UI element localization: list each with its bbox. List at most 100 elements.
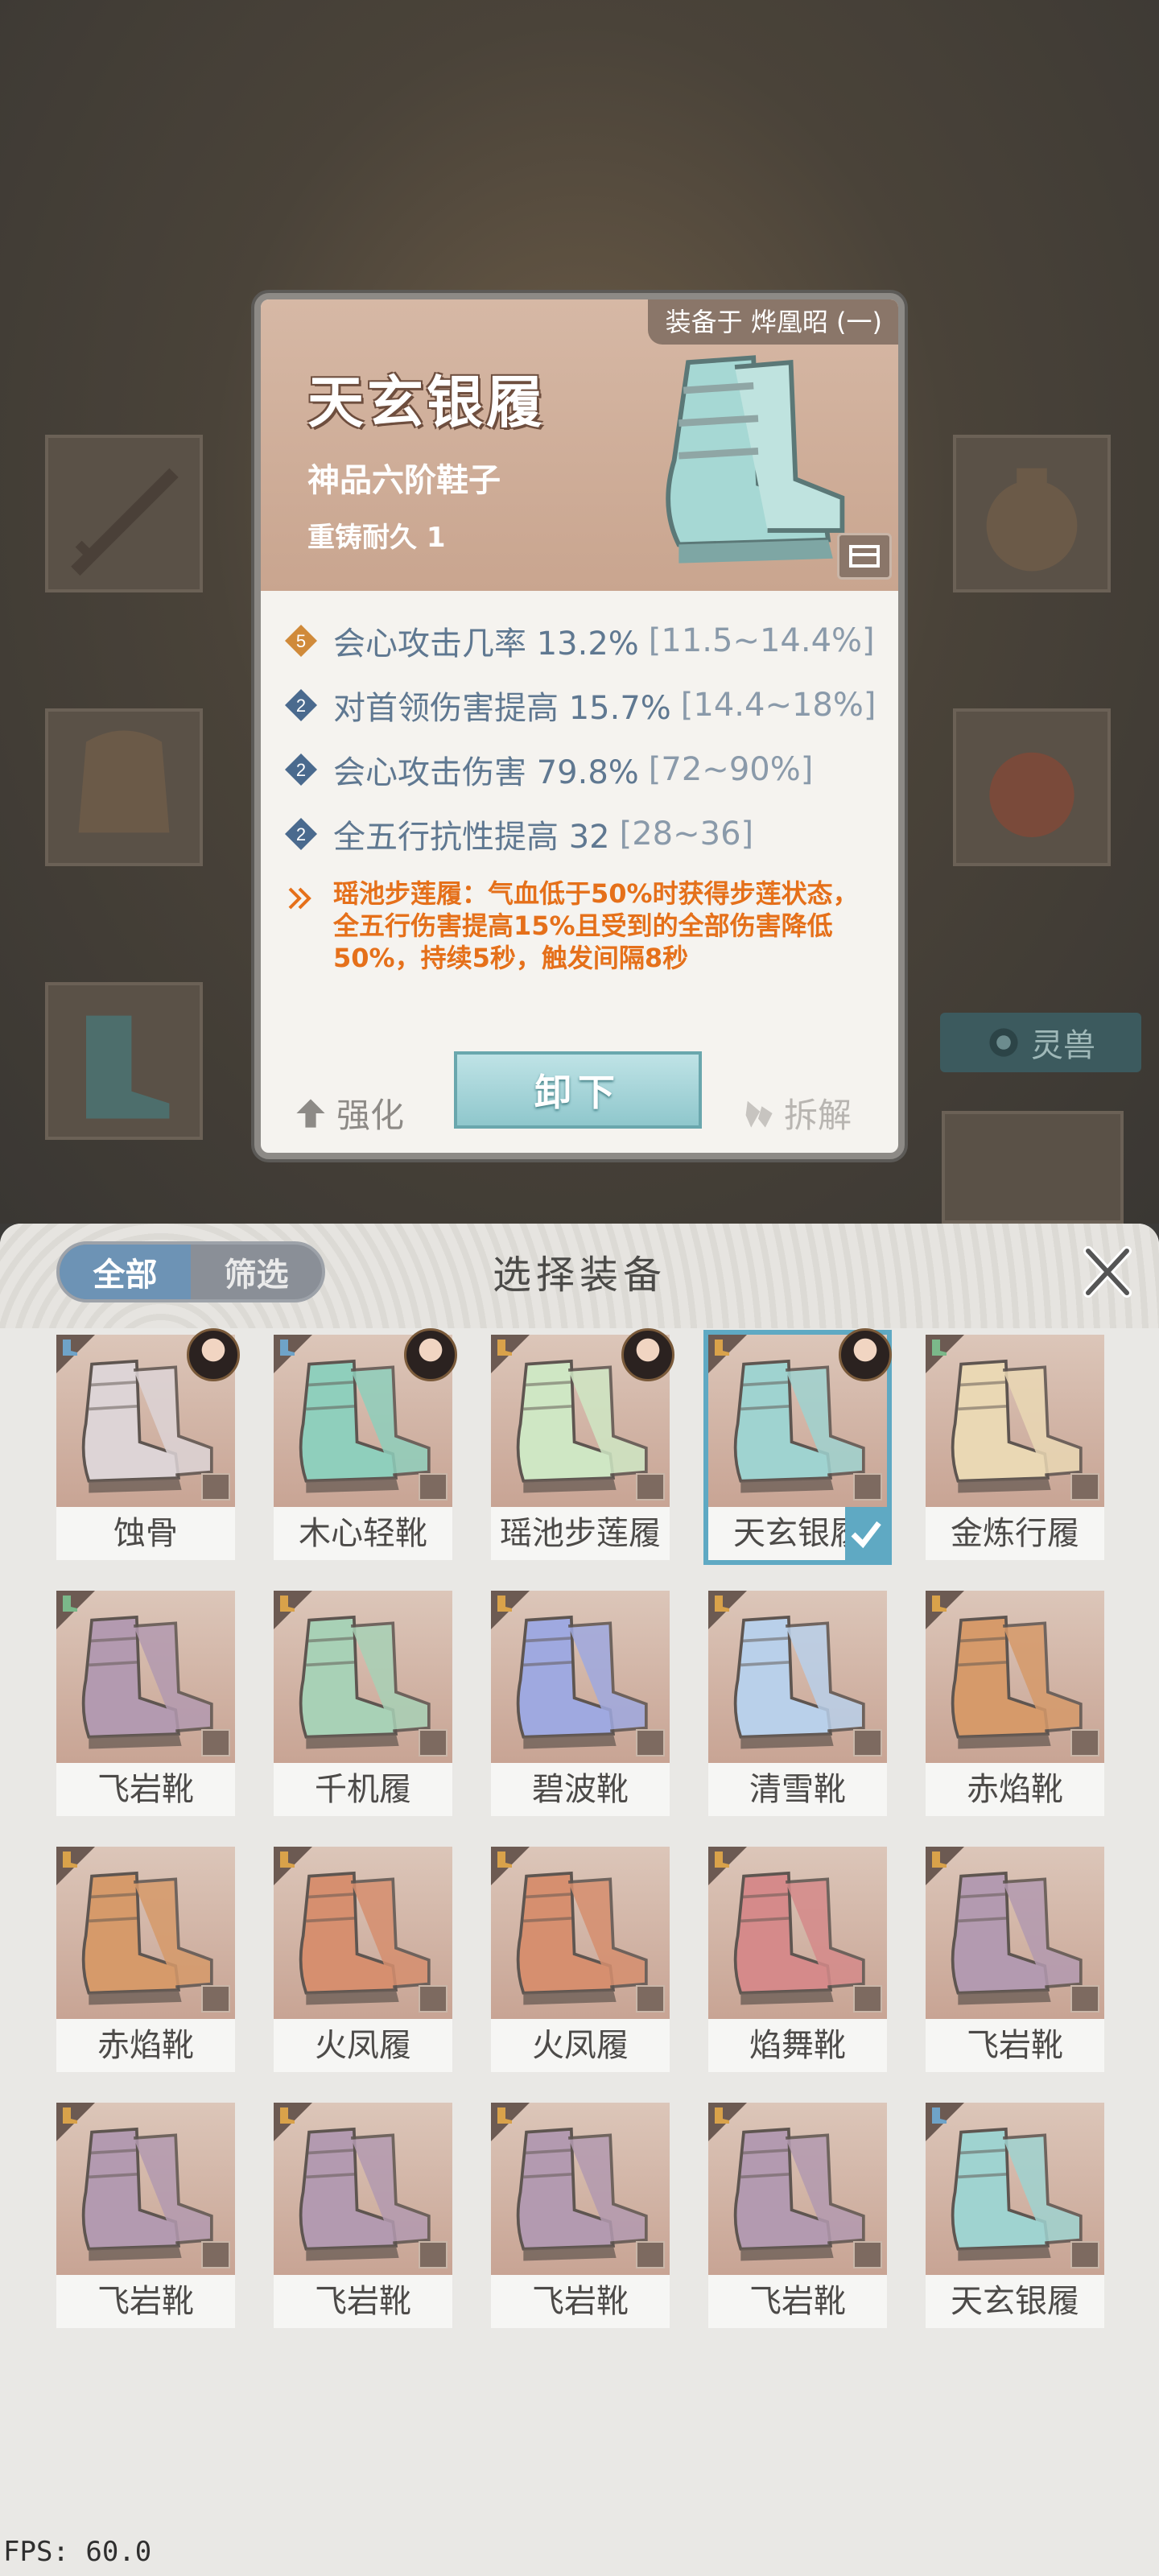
boot-type-icon [274, 2103, 312, 2141]
lock-button[interactable] [837, 533, 892, 580]
boot-type-icon [56, 2103, 95, 2141]
equipment-item[interactable]: 火凤履 [491, 1847, 670, 2072]
equipment-item[interactable]: 飞岩靴 [708, 2103, 887, 2328]
boot-type-icon [491, 1335, 530, 1373]
chest-icon [636, 1473, 665, 1501]
item-label: 蚀骨 [56, 1507, 235, 1560]
equipment-item[interactable]: 天玄银履 [703, 1328, 892, 1565]
svg-text:2: 2 [296, 760, 306, 780]
item-label: 金炼行履 [926, 1507, 1104, 1560]
item-label: 瑶池步莲履 [491, 1507, 670, 1560]
equipment-item[interactable]: 天玄银履 [926, 2103, 1104, 2328]
boot-type-icon [491, 1847, 530, 1885]
item-label: 飞岩靴 [926, 2019, 1104, 2072]
chest-icon [419, 1729, 448, 1757]
boot-type-icon [926, 2103, 964, 2141]
spirit-beast-icon [989, 1028, 1018, 1057]
boots-slot[interactable] [45, 982, 203, 1140]
dismantle-label: 拆解 [784, 1096, 852, 1135]
svg-text:2: 2 [296, 824, 306, 844]
item-label: 清雪靴 [708, 1763, 887, 1816]
chest-icon [853, 2241, 882, 2268]
boot-type-icon [491, 1591, 530, 1629]
equipment-item[interactable]: 清雪靴 [708, 1591, 887, 1816]
item-label: 飞岩靴 [56, 2275, 235, 2328]
enhance-button[interactable]: 强化 [293, 1088, 404, 1137]
unequip-button[interactable]: 卸下 [454, 1051, 702, 1129]
spirit-beast-label: 灵兽 [1031, 1027, 1095, 1064]
equipped-hero-avatar [187, 1328, 240, 1381]
accessory-slot[interactable] [953, 435, 1111, 592]
boot-type-icon [491, 2103, 530, 2141]
chest-icon [636, 2241, 665, 2268]
chest-icon [419, 2241, 448, 2268]
stat-range: [28~36] [619, 815, 754, 852]
equipment-item[interactable]: 火凤履 [274, 1847, 452, 2072]
equipment-item[interactable]: 瑶池步莲履 [491, 1328, 674, 1560]
equipment-item[interactable]: 赤焰靴 [926, 1591, 1104, 1816]
equipment-item[interactable]: 飞岩靴 [56, 1591, 235, 1816]
armor-slot[interactable] [45, 708, 203, 866]
boot-type-icon [926, 1591, 964, 1629]
boot-type-icon [56, 1335, 95, 1373]
checkmark-icon [845, 1507, 887, 1560]
item-label: 赤焰靴 [56, 2019, 235, 2072]
pet-slot[interactable] [942, 1111, 1124, 1224]
item-label: 赤焰靴 [926, 1763, 1104, 1816]
chest-icon [853, 1473, 882, 1501]
stat-row: 2 对首领伤害提高 15.7% [14.4~18%] [283, 681, 876, 729]
equipment-item[interactable]: 蚀骨 [56, 1328, 240, 1560]
spirit-beast-tab[interactable]: 灵兽 [940, 1013, 1141, 1072]
item-label: 焰舞靴 [708, 2019, 887, 2072]
stat-tier-icon: 2 [285, 689, 317, 721]
boot-type-icon [926, 1335, 964, 1373]
stat-row: 2 会心攻击伤害 79.8% [72~90%] [283, 745, 813, 794]
equipment-item[interactable]: 木心轻靴 [274, 1328, 457, 1560]
stat-range: [14.4~18%] [680, 687, 876, 724]
item-label: 木心轻靴 [274, 1507, 452, 1560]
equipment-item[interactable]: 飞岩靴 [926, 1847, 1104, 2072]
equipment-item[interactable]: 赤焰靴 [56, 1847, 235, 2072]
stat-text: 会心攻击几率 13.2% [333, 625, 639, 663]
equipment-detail-card: 装备于 烨凰昭 (一) 天玄银履 神品六阶鞋子 重铸耐久 1 瑶池步莲履：气血低… [254, 293, 905, 1159]
boot-type-icon [56, 1591, 95, 1629]
equipment-item[interactable]: 飞岩靴 [491, 2103, 670, 2328]
equipped-hero-avatar [404, 1328, 457, 1381]
item-label: 飞岩靴 [708, 2275, 887, 2328]
fps-counter: FPS: 60.0 [3, 2536, 152, 2568]
equipment-item[interactable]: 飞岩靴 [274, 2103, 452, 2328]
equipment-item[interactable]: 金炼行履 [926, 1335, 1104, 1560]
stat-tier-icon: 2 [285, 818, 317, 850]
sword-icon [71, 468, 179, 576]
stat-text: 全五行抗性提高 32 [333, 819, 610, 856]
weapon-slot[interactable] [45, 435, 203, 592]
chest-icon [201, 1985, 230, 2013]
boot-type-icon [708, 1335, 747, 1373]
charm-icon [989, 752, 1074, 838]
stat-tier-icon: 2 [285, 753, 317, 786]
chest-icon [201, 1473, 230, 1501]
boot-illustration [666, 355, 845, 564]
stat-text: 对首领伤害提高 15.7% [333, 690, 671, 727]
equipped-hero-avatar [839, 1328, 892, 1381]
chest-icon [419, 1473, 448, 1501]
boot-type-icon [926, 1847, 964, 1885]
boot-type-icon [274, 1335, 312, 1373]
chest-icon [853, 1985, 882, 2013]
equipment-item[interactable]: 千机履 [274, 1591, 452, 1816]
boot-type-icon [708, 1847, 747, 1885]
item-grade: 神品六阶鞋子 [307, 462, 501, 499]
svg-text:5: 5 [296, 631, 306, 651]
item-label: 天玄银履 [926, 2275, 1104, 2328]
item-label: 飞岩靴 [491, 2275, 670, 2328]
dismantle-button[interactable]: 拆解 [740, 1088, 852, 1137]
charm-slot[interactable] [953, 708, 1111, 866]
boot-type-icon [708, 2103, 747, 2141]
equipment-select-panel: 全部 筛选 选择装备 蚀骨 木心轻靴 瑶池步莲履 天玄银履 金炼行履 飞岩靴 千机履 碧波靴清… [0, 1224, 1159, 2576]
boots-icon [86, 1015, 170, 1119]
set-effect-icon [288, 887, 311, 910]
equipment-item[interactable]: 飞岩靴 [56, 2103, 235, 2328]
equipment-item[interactable]: 碧波靴 [491, 1591, 670, 1816]
chest-icon [1070, 1985, 1099, 2013]
equipment-item[interactable]: 焰舞靴 [708, 1847, 887, 2072]
